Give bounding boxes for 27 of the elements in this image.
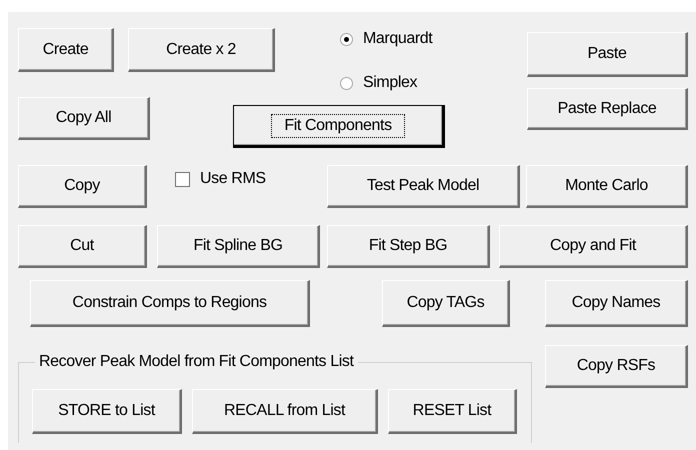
push-button[interactable]: STORE to List — [32, 389, 182, 434]
checkbox[interactable] — [175, 172, 190, 186]
group-title: Recover Peak Model from Fit Components List — [38, 353, 355, 371]
push-button[interactable]: Fit Components — [233, 105, 445, 148]
push-button[interactable]: Monte Carlo — [526, 165, 688, 208]
push-button[interactable]: Fit Step BG — [327, 225, 490, 268]
push-button[interactable]: Cut — [18, 225, 147, 268]
radio-button[interactable] — [340, 76, 353, 90]
push-button[interactable]: Copy TAGs — [382, 280, 510, 327]
push-button[interactable]: Copy All — [18, 97, 150, 140]
push-button[interactable]: Copy Names — [545, 280, 688, 327]
push-button[interactable]: Create — [18, 28, 114, 72]
push-button[interactable]: Copy and Fit — [499, 225, 688, 268]
push-button[interactable]: Create x 2 — [128, 28, 275, 72]
push-button[interactable]: Paste Replace — [527, 88, 688, 130]
radio-button[interactable] — [340, 32, 353, 46]
push-button[interactable]: Fit Spline BG — [157, 225, 320, 268]
radio-label: Marquardt — [363, 30, 432, 48]
push-button[interactable]: Copy RSFs — [545, 345, 688, 388]
push-button[interactable]: RECALL from List — [192, 389, 378, 434]
radio-label: Simplex — [363, 74, 418, 92]
push-button[interactable]: Copy — [18, 165, 147, 208]
push-button[interactable]: Paste — [527, 32, 688, 77]
push-button[interactable]: Constrain Comps to Regions — [30, 280, 310, 327]
checkbox-label: Use RMS — [200, 170, 266, 188]
push-button[interactable]: Test Peak Model — [327, 165, 520, 208]
push-button[interactable]: RESET List — [388, 389, 517, 434]
